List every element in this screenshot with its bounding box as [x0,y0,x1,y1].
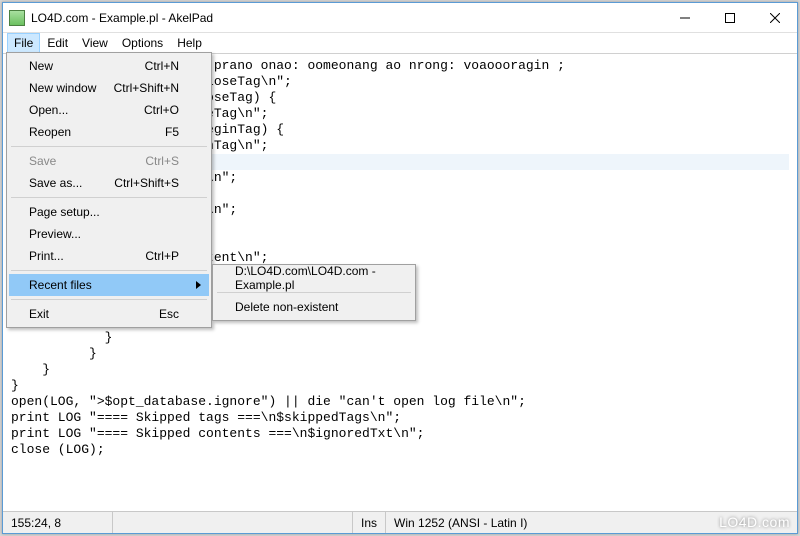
menu-separator [11,270,207,271]
menu-separator [11,299,207,300]
menu-item-accel: Esc [159,307,179,321]
menu-separator [11,197,207,198]
code-line: } [11,378,789,394]
menu-item-label: Recent files [29,278,179,292]
menubar: File Edit View Options Help [3,33,797,54]
menu-item-label: Save [29,154,145,168]
menu-item-label: Open... [29,103,144,117]
menu-help[interactable]: Help [170,33,209,53]
menu-item-label: Reopen [29,125,165,139]
recent-file-item[interactable]: D:\LO4D.com\LO4D.com - Example.pl [215,267,413,289]
code-line: } [11,362,789,378]
submenu-arrow-icon [196,281,201,289]
menu-item-reopen[interactable]: Reopen F5 [9,121,209,143]
menu-item-recent-files[interactable]: Recent files [9,274,209,296]
menu-item-new[interactable]: New Ctrl+N [9,55,209,77]
menu-item-label: Save as... [29,176,114,190]
minimize-button[interactable] [662,3,707,32]
menu-item-accel: Ctrl+O [144,103,179,117]
menu-item-preview[interactable]: Preview... [9,223,209,245]
menu-item-label: New [29,59,145,73]
status-empty [113,512,353,533]
code-line: print LOG "==== Skipped contents ===\n$i… [11,426,789,442]
menu-item-label: New window [29,81,114,95]
maximize-button[interactable] [707,3,752,32]
menu-item-print[interactable]: Print... Ctrl+P [9,245,209,267]
menu-item-save-as[interactable]: Save as... Ctrl+Shift+S [9,172,209,194]
menu-item-accel: Ctrl+S [145,154,179,168]
menu-item-label: Print... [29,249,145,263]
menu-item-accel: Ctrl+Shift+N [114,81,179,95]
minimize-icon [680,13,690,23]
status-position: 155:24, 8 [3,512,113,533]
menu-item-label: Page setup... [29,205,179,219]
menu-item-label: D:\LO4D.com\LO4D.com - Example.pl [235,264,383,292]
code-line: } [11,346,789,362]
menu-separator [11,146,207,147]
menu-file[interactable]: File [7,33,40,53]
app-icon [9,10,25,26]
menu-item-page-setup[interactable]: Page setup... [9,201,209,223]
menu-item-accel: Ctrl+Shift+S [114,176,179,190]
statusbar: 155:24, 8 Ins Win 1252 (ANSI - Latin I) [3,511,797,533]
menu-item-accel: Ctrl+N [145,59,179,73]
window-title: LO4D.com - Example.pl - AkelPad [31,11,213,25]
menu-item-label: Delete non-existent [235,300,383,314]
code-line: close (LOG); [11,442,789,458]
menu-item-exit[interactable]: Exit Esc [9,303,209,325]
code-line: open(LOG, ">$opt_database.ignore") || di… [11,394,789,410]
menu-options[interactable]: Options [115,33,170,53]
menu-item-label: Exit [29,307,159,321]
menu-item-label: Preview... [29,227,179,241]
menu-item-accel: F5 [165,125,179,139]
recent-files-submenu: D:\LO4D.com\LO4D.com - Example.pl Delete… [212,264,416,321]
menu-view[interactable]: View [75,33,115,53]
code-line: } [11,330,789,346]
close-icon [770,13,780,23]
watermark: LO4D.com [719,514,790,530]
menu-item-save: Save Ctrl+S [9,150,209,172]
maximize-icon [725,13,735,23]
file-menu-dropdown: New Ctrl+N New window Ctrl+Shift+N Open.… [6,52,212,328]
menu-item-accel: Ctrl+P [145,249,179,263]
menu-edit[interactable]: Edit [40,33,75,53]
menu-item-new-window[interactable]: New window Ctrl+Shift+N [9,77,209,99]
titlebar: LO4D.com - Example.pl - AkelPad [3,3,797,33]
menu-item-open[interactable]: Open... Ctrl+O [9,99,209,121]
close-button[interactable] [752,3,797,32]
code-line: print LOG "==== Skipped tags ===\n$skipp… [11,410,789,426]
status-insert-mode: Ins [353,512,386,533]
menu-separator [217,292,411,293]
menu-item-delete-nonexistent[interactable]: Delete non-existent [215,296,413,318]
